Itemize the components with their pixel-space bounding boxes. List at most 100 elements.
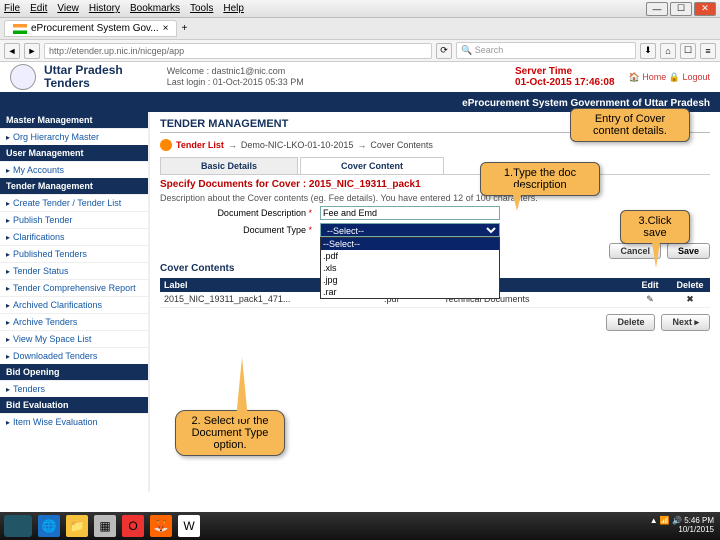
lastlogin-label: Last login bbox=[167, 77, 206, 87]
sidebar-heading: Bid Opening bbox=[0, 364, 148, 380]
taskbar-folder-icon[interactable]: 📁 bbox=[66, 515, 88, 537]
home-link[interactable]: 🏠 Home bbox=[629, 72, 667, 82]
th-edit: Edit bbox=[630, 278, 670, 292]
sidebar-item[interactable]: Tender Comprehensive Report bbox=[0, 279, 148, 296]
tab-basic-details[interactable]: Basic Details bbox=[160, 157, 298, 174]
browser-tab[interactable]: eProcurement System Gov... × bbox=[4, 20, 177, 37]
callout-type-desc: 1.Type the doc description bbox=[480, 162, 600, 196]
menu-history[interactable]: History bbox=[89, 3, 120, 14]
header-links: 🏠 Home 🔒 Logout bbox=[629, 72, 710, 83]
india-flag-icon bbox=[13, 24, 27, 34]
sidebar-item[interactable]: Item Wise Evaluation bbox=[0, 413, 148, 430]
breadcrumb-icon bbox=[160, 139, 172, 151]
specify-heading: Specify Documents for Cover : 2015_NIC_1… bbox=[160, 179, 710, 190]
reload-button[interactable]: ⟳ bbox=[436, 43, 452, 59]
next-button[interactable]: Next ▸ bbox=[661, 314, 710, 331]
minimize-button[interactable]: — bbox=[646, 2, 668, 16]
sidebar-item[interactable]: My Accounts bbox=[0, 161, 148, 178]
callout-select-doctype: 2. Select for the Document Type option. bbox=[175, 410, 285, 456]
sidebar-item[interactable]: Tender Status bbox=[0, 262, 148, 279]
sidebar-item[interactable]: Publish Tender bbox=[0, 211, 148, 228]
taskbar-word-icon[interactable]: W bbox=[178, 515, 200, 537]
system-tray[interactable]: ▲ 📶 🔊 5:46 PM 10/1/2015 bbox=[650, 517, 716, 535]
taskbar-opera-icon[interactable]: O bbox=[122, 515, 144, 537]
sidebar-heading: User Management bbox=[0, 145, 148, 161]
server-time: Server Time 01-Oct-2015 17:46:08 bbox=[515, 66, 615, 88]
browser-navbar: ◄ ► http://etender.up.nic.in/nicgep/app … bbox=[0, 40, 720, 62]
content-tabs: Basic Details Cover Content bbox=[160, 157, 710, 175]
cover-description: Description about the Cover contents (eg… bbox=[160, 193, 710, 203]
bc-tenderlist[interactable]: Tender List bbox=[176, 140, 224, 150]
doc-type-options: --Select-- .pdf .xls .jpg .rar bbox=[320, 237, 500, 299]
site-logo bbox=[10, 64, 36, 90]
taskbar-firefox-icon[interactable]: 🦊 bbox=[150, 515, 172, 537]
callout-click-save: 3.Click save bbox=[620, 210, 690, 244]
tab-cover-content[interactable]: Cover Content bbox=[300, 157, 444, 174]
search-input[interactable]: Search bbox=[456, 42, 636, 59]
sidebar-heading: Master Management bbox=[0, 112, 148, 128]
menu-file[interactable]: File bbox=[4, 3, 20, 14]
bc-demo[interactable]: Demo-NIC-LKO-01-10-2015 bbox=[241, 140, 354, 150]
sidebar-heading: Bid Evaluation bbox=[0, 397, 148, 413]
opt-xls[interactable]: .xls bbox=[321, 262, 499, 274]
menu-icon[interactable]: ≡ bbox=[700, 43, 716, 59]
logout-link[interactable]: 🔒 Logout bbox=[669, 72, 710, 82]
window-buttons: — ☐ ✕ bbox=[646, 2, 716, 16]
brand-title: Uttar Pradesh Tenders bbox=[44, 64, 123, 90]
opt-jpg[interactable]: .jpg bbox=[321, 274, 499, 286]
sidebar-item[interactable]: Downloaded Tenders bbox=[0, 347, 148, 364]
close-button[interactable]: ✕ bbox=[694, 2, 716, 16]
callout-entry: Entry of Cover content details. bbox=[570, 108, 690, 142]
home-icon[interactable]: ⌂ bbox=[660, 43, 676, 59]
download-icon[interactable]: ⬇ bbox=[640, 43, 656, 59]
sidebar-item[interactable]: Archived Clarifications bbox=[0, 296, 148, 313]
window-menubar: File Edit View History Bookmarks Tools H… bbox=[0, 0, 720, 18]
doc-type-dropdown[interactable]: --Select-- --Select-- .pdf .xls .jpg .ra… bbox=[320, 223, 500, 237]
tray-date: 10/1/2015 bbox=[678, 525, 714, 534]
sidebar-item[interactable]: Create Tender / Tender List bbox=[0, 194, 148, 211]
maximize-button[interactable]: ☐ bbox=[670, 2, 692, 16]
brand-line2: Tenders bbox=[44, 77, 123, 90]
th-delete: Delete bbox=[670, 278, 710, 292]
doc-type-select[interactable]: --Select-- bbox=[320, 223, 500, 237]
menu-tools[interactable]: Tools bbox=[190, 3, 213, 14]
menu-view[interactable]: View bbox=[57, 3, 79, 14]
sidebar-item[interactable]: View My Space List bbox=[0, 330, 148, 347]
label-doc-type: Document Type bbox=[160, 225, 320, 235]
opt-rar[interactable]: .rar bbox=[321, 286, 499, 298]
tab-close-icon[interactable]: × bbox=[163, 23, 169, 34]
sidebar-item[interactable]: Archive Tenders bbox=[0, 313, 148, 330]
url-input[interactable]: http://etender.up.nic.in/nicgep/app bbox=[44, 43, 432, 59]
menu-bookmarks[interactable]: Bookmarks bbox=[130, 3, 180, 14]
menu-edit[interactable]: Edit bbox=[30, 3, 47, 14]
opt-pdf[interactable]: .pdf bbox=[321, 250, 499, 262]
start-button[interactable] bbox=[4, 515, 32, 537]
sidebar-item[interactable]: Clarifications bbox=[0, 228, 148, 245]
forward-button[interactable]: ► bbox=[24, 43, 40, 59]
taskbar-ie-icon[interactable]: 🌐 bbox=[38, 515, 60, 537]
main-area: Master ManagementOrg Hierarchy MasterUse… bbox=[0, 112, 720, 492]
bookmark-icon[interactable]: ☐ bbox=[680, 43, 696, 59]
welcome-label: Welcome bbox=[167, 66, 204, 76]
opt-select-hl[interactable]: --Select-- bbox=[321, 238, 499, 250]
edit-icon[interactable]: ✎ bbox=[630, 292, 670, 307]
sidebar-item[interactable]: Tenders bbox=[0, 380, 148, 397]
sidebar: Master ManagementOrg Hierarchy MasterUse… bbox=[0, 112, 150, 492]
back-button[interactable]: ◄ bbox=[4, 43, 20, 59]
label-doc-description: Document Description bbox=[160, 208, 320, 218]
save-button[interactable]: Save bbox=[667, 243, 710, 259]
sidebar-item[interactable]: Published Tenders bbox=[0, 245, 148, 262]
taskbar: 🌐 📁 ▦ O 🦊 W ▲ 📶 🔊 5:46 PM 10/1/2015 bbox=[0, 512, 720, 540]
sidebar-heading: Tender Management bbox=[0, 178, 148, 194]
menu-help[interactable]: Help bbox=[223, 3, 244, 14]
bc-cover: Cover Contents bbox=[370, 140, 433, 150]
sidebar-item[interactable]: Org Hierarchy Master bbox=[0, 128, 148, 145]
taskbar-app-icon[interactable]: ▦ bbox=[94, 515, 116, 537]
tab-title: eProcurement System Gov... bbox=[31, 23, 159, 34]
welcome-user: : dastnic1@nic.com bbox=[207, 66, 286, 76]
new-tab-button[interactable]: + bbox=[181, 23, 187, 34]
delete-button[interactable]: Delete bbox=[606, 314, 655, 331]
site-header: Uttar Pradesh Tenders Welcome : dastnic1… bbox=[0, 62, 720, 94]
input-doc-description[interactable] bbox=[320, 206, 500, 220]
delete-icon[interactable]: ✖ bbox=[670, 292, 710, 307]
